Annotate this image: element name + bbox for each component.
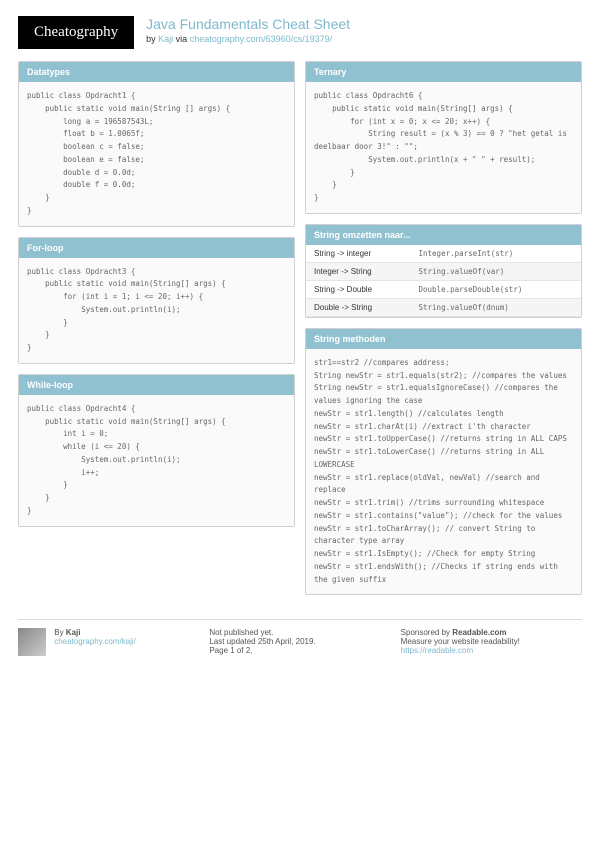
block-head: Ternary (306, 62, 581, 82)
block-head: For-loop (19, 238, 294, 258)
table-row: Double -> StringString.valueOf(dnum) (306, 298, 581, 316)
code-body: str1==str2 //compares address; String ne… (306, 349, 581, 595)
cell-from: Integer -> String (306, 262, 411, 280)
logo: Cheatography (18, 16, 134, 49)
cell-code: Double.parseDouble(str) (411, 280, 582, 298)
code-body: public class Opdracht1 { public static v… (19, 82, 294, 226)
block-head: String omzetten naar... (306, 225, 581, 245)
conversion-table: String -> integerInteger.parseInt(str)In… (306, 245, 581, 317)
table-row: String -> integerInteger.parseInt(str) (306, 245, 581, 263)
cell-from: String -> Double (306, 280, 411, 298)
block-methods: String methoden str1==str2 //compares ad… (305, 328, 582, 596)
author-link[interactable]: Kaji (158, 34, 173, 44)
cell-code: String.valueOf(var) (411, 262, 582, 280)
table-row: Integer -> StringString.valueOf(var) (306, 262, 581, 280)
block-head: Datatypes (19, 62, 294, 82)
avatar (18, 628, 46, 656)
page-title: Java Fundamentals Cheat Sheet (146, 16, 350, 32)
cell-code: String.valueOf(dnum) (411, 298, 582, 316)
table-row: String -> DoubleDouble.parseDouble(str) (306, 280, 581, 298)
sponsor-link[interactable]: https://readable.com (401, 646, 473, 655)
block-head: String methoden (306, 329, 581, 349)
footer: By Kaji cheatography.com/kaji/ Not publi… (18, 628, 582, 656)
block: While-looppublic class Opdracht4 { publi… (18, 374, 295, 527)
divider (18, 619, 582, 620)
block-ternary: Ternary public class Opdracht6 { public … (305, 61, 582, 214)
code-body: public class Opdracht6 { public static v… (306, 82, 581, 213)
author-profile-link[interactable]: cheatography.com/kaji/ (54, 637, 136, 646)
block-convert: String omzetten naar... String -> intege… (305, 224, 582, 318)
code-body: public class Opdracht3 { public static v… (19, 258, 294, 363)
cell-from: String -> integer (306, 245, 411, 263)
block: For-looppublic class Opdracht3 { public … (18, 237, 295, 364)
header: Cheatography Java Fundamentals Cheat She… (18, 16, 582, 49)
cell-code: Integer.parseInt(str) (411, 245, 582, 263)
cell-from: Double -> String (306, 298, 411, 316)
block-head: While-loop (19, 375, 294, 395)
block: Datatypespublic class Opdracht1 { public… (18, 61, 295, 227)
byline: by Kaji via cheatography.com/63960/cs/19… (146, 34, 350, 44)
code-body: public class Opdracht4 { public static v… (19, 395, 294, 526)
source-link[interactable]: cheatography.com/63960/cs/19379/ (190, 34, 332, 44)
